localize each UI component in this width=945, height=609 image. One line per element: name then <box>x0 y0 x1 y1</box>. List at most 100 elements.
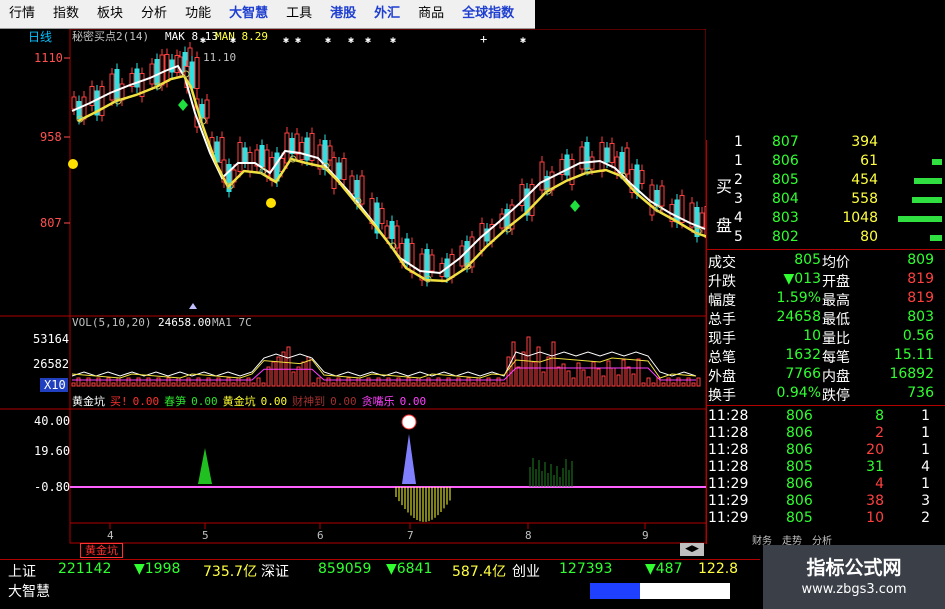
ob-level-2: 2 <box>734 172 743 188</box>
buy-label: 买 <box>716 177 733 196</box>
date-tick-2: 6 <box>317 529 324 542</box>
ob-price-4: 803 <box>772 210 799 226</box>
stat-label2-4: 量比 <box>822 331 850 347</box>
ob-level-4: 4 <box>734 210 743 226</box>
price-axis-2: 958 <box>40 130 62 144</box>
date-tick-3: 7 <box>407 529 414 542</box>
tick-time-0: 11:28 <box>708 408 749 424</box>
ob-level-3: 3 <box>734 191 743 207</box>
tick-price-0: 806 <box>786 408 813 424</box>
stat-label1-0: 成交 <box>708 255 736 271</box>
stat-label1-5: 总笔 <box>708 350 736 366</box>
stat-value2-0: 809 <box>907 252 934 268</box>
menu-item-6[interactable]: 工具 <box>277 0 321 28</box>
stat-value1-3: 24658 <box>776 309 821 325</box>
tick-vol-2: 20 <box>866 442 884 458</box>
date-tick-5: 9 <box>642 529 649 542</box>
brand-label: 大智慧 <box>8 584 50 600</box>
chart-area[interactable]: 日线 秘密买点2(14) MAK 8.13 MAN 8.29 1110 958 … <box>0 28 720 547</box>
vol-value: 24658.00 <box>158 316 211 329</box>
stat-value1-5: 1632 <box>785 347 821 363</box>
date-tick-4: 8 <box>525 529 532 542</box>
cursor-mark <box>189 303 197 309</box>
price-axis-3: 807 <box>40 216 62 230</box>
menu-item-1[interactable]: 指数 <box>44 0 88 28</box>
stat-label1-7: 换手 <box>708 388 736 404</box>
ma-yellow-line <box>77 74 712 283</box>
sz-change: ▼6841 <box>386 561 433 577</box>
cy-value: 127393 <box>559 561 613 577</box>
cy-change: ▼487 <box>645 561 683 577</box>
ob-bar-2 <box>914 178 942 184</box>
menu-item-2[interactable]: 板块 <box>88 0 132 28</box>
tick-price-3: 805 <box>786 459 813 475</box>
tick-price-4: 806 <box>786 476 813 492</box>
sh-change: ▼1998 <box>134 561 181 577</box>
sh-amount: 735.7亿 <box>203 564 258 580</box>
menu-item-10[interactable]: 全球指数 <box>453 0 523 28</box>
svg-text:✱: ✱ <box>295 35 301 46</box>
tick-n-5: 3 <box>921 493 930 509</box>
stat-value1-6: 7766 <box>785 366 821 382</box>
stat-label1-3: 总手 <box>708 312 736 328</box>
tick-price-2: 806 <box>786 442 813 458</box>
ob-level-5: 5 <box>734 229 743 245</box>
cy-label[interactable]: 创业 <box>512 561 540 581</box>
legend-item-5: 黄金坑 <box>223 394 256 408</box>
ob-vol-0: 394 <box>851 134 878 150</box>
tick-price-5: 806 <box>786 493 813 509</box>
signal-dot-2 <box>266 198 276 208</box>
legend-item-1: 买! <box>110 395 128 408</box>
sz-label[interactable]: 深证 <box>261 561 289 581</box>
vol-axis-2: 26582 <box>33 357 69 371</box>
svg-text:✱: ✱ <box>200 35 206 46</box>
watermark-url: www.zbgs3.com <box>801 582 907 597</box>
ob-price-3: 804 <box>772 191 799 207</box>
menu-item-0[interactable]: 行情 <box>0 0 44 28</box>
spike-green <box>198 448 212 484</box>
tick-price-1: 806 <box>786 425 813 441</box>
stat-label2-6: 内盘 <box>822 369 850 385</box>
ob-price-2: 805 <box>772 172 799 188</box>
tick-n-0: 1 <box>921 408 930 424</box>
stat-label1-4: 现手 <box>708 331 736 347</box>
stat-value2-2: 819 <box>907 290 934 306</box>
menu-item-4[interactable]: 功能 <box>176 0 220 28</box>
legend-item-4: 0.00 <box>191 395 218 408</box>
vol-axis-scale: X10 <box>44 378 66 392</box>
volume-bars <box>71 336 701 387</box>
ob-vol-5: 80 <box>860 229 878 245</box>
tick-time-3: 11:28 <box>708 459 749 475</box>
svg-text:✱: ✱ <box>283 35 289 46</box>
legend-item-3: 春笋 <box>164 394 186 408</box>
menu-item-7[interactable]: 港股 <box>321 0 365 28</box>
sz-value: 859059 <box>318 561 372 577</box>
stat-label2-1: 开盘 <box>822 274 850 290</box>
ma-circles <box>76 70 702 283</box>
ob-price-1: 806 <box>772 153 799 169</box>
menu-item-5[interactable]: 大智慧 <box>220 0 277 28</box>
menu-item-8[interactable]: 外汇 <box>365 0 409 28</box>
tab-golden-pit[interactable]: 黄金坑 <box>80 543 123 558</box>
sh-label[interactable]: 上证 <box>8 561 36 581</box>
stat-value1-1: ▼013 <box>783 271 822 287</box>
ob-vol-2: 454 <box>851 172 878 188</box>
chart-svg[interactable]: 日线 秘密买点2(14) MAK 8.13 MAN 8.29 1110 958 … <box>0 28 720 547</box>
menu-item-3[interactable]: 分析 <box>132 0 176 28</box>
stat-value2-3: 803 <box>907 309 934 325</box>
ob-price-5: 802 <box>772 229 799 245</box>
diamond-2 <box>570 200 580 212</box>
svg-text:✱: ✱ <box>325 35 331 46</box>
stat-label2-3: 最低 <box>822 312 850 328</box>
menu-item-9[interactable]: 商品 <box>409 0 453 28</box>
tick-time-2: 11:28 <box>708 442 749 458</box>
watermark-title: 指标公式网 <box>806 557 902 579</box>
stat-value2-4: 0.56 <box>902 328 934 344</box>
svg-text:✱: ✱ <box>520 35 526 46</box>
vol-ma: MA1 7C <box>212 316 252 329</box>
tick-vol-3: 31 <box>866 459 884 475</box>
scroll-buttons[interactable]: ◀▶ <box>680 543 704 556</box>
price-axis-1: 1110 <box>34 51 63 65</box>
ind-axis-1: 40.00 <box>34 414 70 428</box>
signal-dot-1 <box>68 159 78 169</box>
